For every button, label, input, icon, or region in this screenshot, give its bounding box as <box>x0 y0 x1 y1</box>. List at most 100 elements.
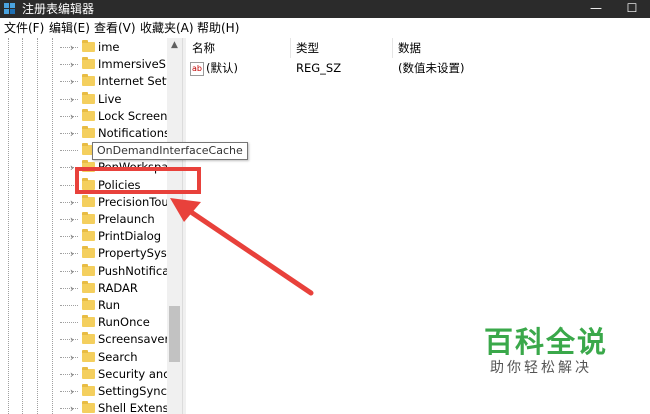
menu-help[interactable]: 帮助(H) <box>197 20 239 36</box>
tree-item[interactable]: › Prelaunch <box>60 211 168 228</box>
tree-item-label: Live <box>98 91 122 106</box>
tree-item-label: Search <box>98 349 138 364</box>
chevron-right-icon[interactable]: › <box>67 108 77 125</box>
registry-tree: › ime › ImmersiveShe › Internet Settir › Live › L… <box>0 38 182 414</box>
chevron-right-icon[interactable]: › <box>67 263 77 280</box>
tree-scrollbar[interactable]: ▲ <box>167 38 182 414</box>
menu-file[interactable]: 文件(F) <box>4 20 44 36</box>
watermark-subtitle: 助你轻松解决 <box>490 360 592 376</box>
folder-icon <box>82 401 95 414</box>
column-header-type[interactable]: 类型 <box>296 40 319 56</box>
tree-item-label: Screensavers <box>98 332 176 347</box>
tree-item[interactable]: › Notifications <box>60 125 170 142</box>
folder-icon <box>82 57 95 70</box>
tree-guide-line <box>22 38 23 414</box>
tree-item[interactable]: › ImmersiveShe <box>60 56 180 73</box>
tree-item[interactable]: › PropertySyste <box>60 245 178 262</box>
tree-guide-line <box>52 38 53 414</box>
minimize-button[interactable]: — <box>578 0 614 18</box>
chevron-right-icon[interactable]: › <box>67 125 77 142</box>
tree-item[interactable]: › RADAR <box>60 280 168 297</box>
tree-item-label: Run <box>98 298 121 312</box>
tree-item[interactable]: › Lock Screen <box>60 108 168 125</box>
tree-item-label: Security and I <box>98 366 178 381</box>
highlight-box <box>75 167 201 194</box>
chevron-right-icon[interactable]: › <box>67 400 77 414</box>
title-bar: 注册表编辑器 — ☐ <box>0 0 650 18</box>
regedit-app-icon <box>4 3 15 14</box>
chevron-right-icon[interactable]: › <box>67 194 77 211</box>
column-header-data[interactable]: 数据 <box>398 40 421 56</box>
tree-item[interactable]: › PrecisionTouc <box>60 194 175 211</box>
tree-item[interactable]: › Security and I <box>60 366 178 383</box>
tree-item[interactable]: › Shell Extensio <box>60 400 179 414</box>
chevron-right-icon[interactable]: › <box>67 211 77 228</box>
chevron-right-icon[interactable]: › <box>67 56 77 73</box>
tree-item[interactable]: › PushNotificati <box>60 263 177 280</box>
scroll-thumb[interactable] <box>169 306 180 362</box>
chevron-right-icon[interactable]: › <box>67 91 77 108</box>
menu-bar: 文件(F) 编辑(E) 查看(V) 收藏夹(A) 帮助(H) <box>0 18 650 39</box>
folder-icon <box>82 108 95 121</box>
menu-favorites[interactable]: 收藏夹(A) <box>140 20 194 36</box>
chevron-right-icon[interactable]: › <box>67 383 77 400</box>
tree-item-label: ime <box>98 40 120 54</box>
chevron-right-icon[interactable]: › <box>67 280 77 297</box>
tree-item[interactable]: › Live <box>60 91 168 108</box>
tree-item-label: Lock Screen <box>98 108 168 123</box>
menu-view[interactable]: 查看(V) <box>94 20 136 36</box>
chevron-right-icon[interactable]: › <box>67 245 77 262</box>
tree-item[interactable]: RunOnce <box>60 314 168 331</box>
folder-icon <box>82 246 95 259</box>
tree-item-label: SettingSync <box>98 384 167 398</box>
chevron-right-icon[interactable]: › <box>67 366 77 383</box>
string-value-icon: ab <box>190 62 204 76</box>
tree-item-label: PushNotificati <box>98 263 177 278</box>
folder-icon <box>82 280 95 293</box>
tree-tooltip: OnDemandInterfaceCache <box>92 142 248 160</box>
chevron-right-icon[interactable]: › <box>67 331 77 348</box>
tree-item[interactable]: Run <box>60 297 168 314</box>
chevron-right-icon[interactable]: › <box>67 349 77 366</box>
tree-item[interactable]: › PrintDialog <box>60 228 168 245</box>
value-type: REG_SZ <box>296 61 342 75</box>
folder-icon <box>82 332 95 345</box>
value-data: (数值未设置) <box>398 61 465 75</box>
tree-connector <box>60 305 78 306</box>
scroll-up-arrow-icon[interactable]: ▲ <box>167 38 182 52</box>
chevron-right-icon[interactable]: › <box>67 39 77 56</box>
folder-icon <box>82 74 95 87</box>
folder-icon <box>82 366 95 379</box>
window-title: 注册表编辑器 <box>22 2 95 16</box>
folder-icon <box>82 212 95 224</box>
tree-guide-line <box>37 38 38 414</box>
tree-item-label: PrecisionTouc <box>98 194 176 209</box>
folder-icon <box>82 126 95 138</box>
tree-item-label: Prelaunch <box>98 212 155 226</box>
folder-icon <box>82 349 95 362</box>
tree-item[interactable]: › Search <box>60 349 168 366</box>
folder-icon <box>82 229 95 242</box>
tree-item[interactable]: › ime <box>60 39 168 56</box>
tree-item[interactable]: › Internet Settir <box>60 73 179 90</box>
tree-item-label: RADAR <box>98 280 138 295</box>
tree-connector <box>60 322 78 324</box>
column-divider[interactable] <box>290 38 291 58</box>
column-header-name[interactable]: 名称 <box>192 40 215 56</box>
watermark-title: 百科全说 <box>484 325 609 359</box>
maximize-button[interactable]: ☐ <box>614 0 650 18</box>
tree-item[interactable]: › SettingSync <box>60 383 168 400</box>
tree-item-label: Notifications <box>98 126 170 140</box>
value-name: (默认) <box>206 61 238 75</box>
folder-icon <box>82 298 95 310</box>
column-divider[interactable] <box>392 38 393 58</box>
chevron-right-icon[interactable]: › <box>67 73 77 90</box>
folder-icon <box>82 263 95 276</box>
folder-icon <box>82 384 95 396</box>
tree-item[interactable]: › Screensavers <box>60 331 175 348</box>
chevron-right-icon[interactable]: › <box>67 228 77 245</box>
tree-item-label: PrintDialog <box>98 229 162 244</box>
folder-icon <box>82 40 95 52</box>
menu-edit[interactable]: 编辑(E) <box>49 20 90 36</box>
folder-icon <box>82 194 95 207</box>
